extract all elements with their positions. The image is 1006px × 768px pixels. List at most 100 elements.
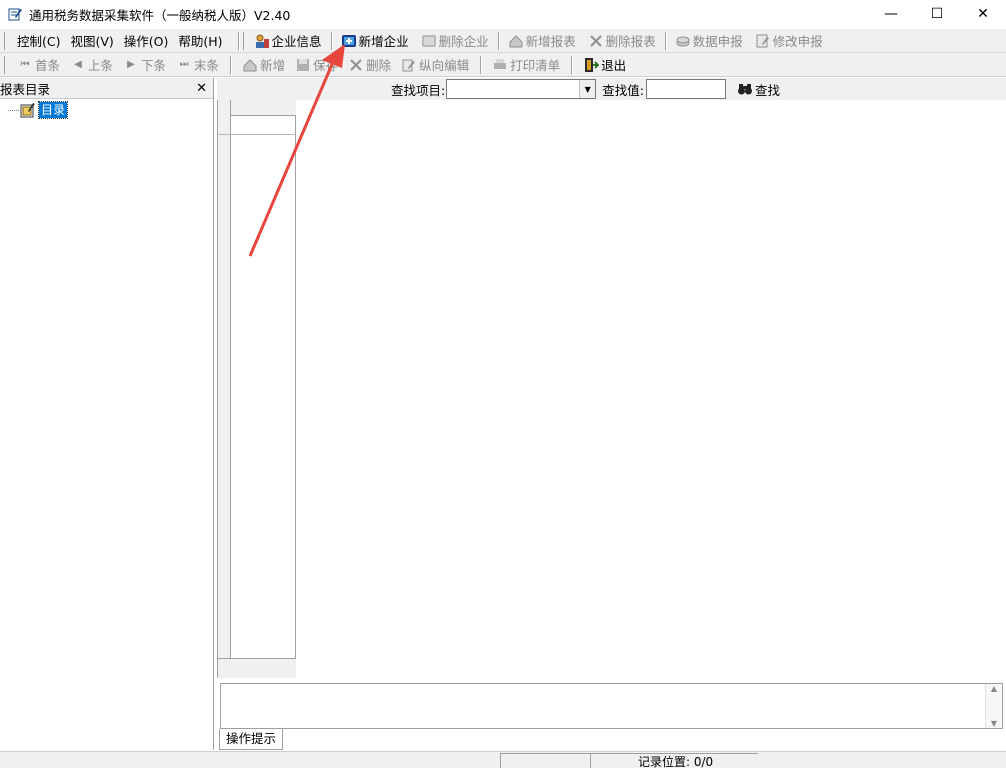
separator (664, 31, 666, 50)
scroll-down-icon[interactable]: ▼ (991, 719, 997, 728)
separator (480, 55, 482, 74)
vertical-edit-icon (401, 57, 417, 73)
add-label: 新增 (260, 58, 286, 73)
modify-declare-icon (755, 33, 771, 49)
delete-enterprise-label: 删除企业 (438, 34, 489, 49)
record-toolbar-row: ⏮ 首条 ◀ 上条 ▶ 下条 ⏭ 末条 新增 保存 删除 纵向编辑 打印清单 退… (0, 53, 1006, 77)
add-enterprise-label: 新增企业 (358, 34, 409, 49)
menu-operation[interactable]: 操作(O) (119, 31, 174, 50)
binoculars-icon (737, 81, 753, 97)
separator (230, 55, 232, 74)
last-record-button[interactable]: ⏭ 末条 (171, 54, 224, 76)
delete-report-label: 删除报表 (605, 34, 656, 49)
enterprise-info-label: 企业信息 (271, 34, 322, 49)
enterprise-info-button[interactable]: 企业信息 (251, 30, 325, 52)
record-position-text: 记录位置: 0/0 (638, 755, 714, 768)
separator (497, 31, 499, 50)
prev-record-label: 上条 (88, 58, 114, 73)
search-bar: 查找项目: ▼ 查找值: 查找 (217, 78, 1006, 100)
separator (237, 31, 239, 50)
tab-operation-hint[interactable]: 操作提示 (219, 729, 284, 750)
prev-record-button[interactable]: ◀ 上条 (65, 54, 118, 76)
grid-row-header (218, 100, 231, 678)
tree-root-label[interactable]: 目录 (37, 101, 69, 119)
save-icon (295, 57, 311, 73)
bottom-tab-strip: 操作提示 (217, 729, 1006, 750)
status-cell (500, 753, 590, 768)
report-directory-header: 报表目录 ✕ (0, 78, 213, 99)
window-title: 通用税务数据采集软件（一般纳税人版）V2.40 (29, 7, 291, 23)
grid-row-line (218, 134, 296, 135)
toolbar-grip (4, 55, 8, 74)
vertical-edit-label: 纵向编辑 (419, 58, 470, 73)
last-record-icon: ⏭ (179, 59, 189, 70)
menu-view[interactable]: 视图(V) (65, 31, 118, 50)
declare-data-label: 数据申报 (692, 34, 743, 49)
menu-grip (4, 31, 8, 50)
declare-data-icon (675, 33, 691, 49)
report-directory-title: 报表目录 (0, 81, 51, 97)
report-directory-panel: 报表目录 ✕ 目录 (0, 78, 214, 750)
next-record-button[interactable]: ▶ 下条 (118, 54, 171, 76)
app-window: 通用税务数据采集软件（一般纳税人版）V2.40 — ☐ ✕ 控制(C) 视图(V… (0, 0, 1006, 768)
dropdown-arrow-icon[interactable]: ▼ (579, 80, 596, 98)
modify-declare-label: 修改申报 (772, 34, 823, 49)
title-bar: 通用税务数据采集软件（一般纳税人版）V2.40 — ☐ ✕ (0, 0, 1006, 28)
save-label: 保存 (313, 58, 339, 73)
first-record-button[interactable]: ⏮ 首条 (12, 54, 65, 76)
add-report-button[interactable]: 新增报表 (505, 30, 579, 52)
menu-help[interactable]: 帮助(H) (173, 31, 227, 50)
search-value-label: 查找值: (602, 82, 644, 98)
exit-label: 退出 (601, 58, 627, 73)
first-record-icon: ⏮ (20, 59, 30, 70)
grid-footer-cell (218, 658, 296, 678)
menu-toolbar-row: 控制(C) 视图(V) 操作(O) 帮助(H) 企业信息 新增企业 删除企业 新… (0, 29, 1006, 53)
delete-button[interactable]: 删除 (343, 54, 396, 76)
vertical-edit-button[interactable]: 纵向编辑 (396, 54, 474, 76)
search-button[interactable]: 查找 (734, 78, 783, 100)
delete-enterprise-button[interactable]: 删除企业 (418, 30, 492, 52)
add-button[interactable]: 新增 (237, 54, 290, 76)
search-item-select[interactable]: ▼ (446, 79, 597, 99)
minimize-button[interactable]: — (868, 0, 914, 28)
delete-report-button[interactable]: 删除报表 (585, 30, 659, 52)
search-value-input[interactable] (645, 79, 726, 99)
prev-record-icon: ◀ (74, 59, 82, 70)
search-item-label: 查找项目: (391, 82, 446, 98)
data-grid[interactable] (217, 100, 1006, 678)
scroll-up-icon[interactable]: ▲ (991, 684, 997, 693)
separator (571, 55, 573, 74)
search-button-label: 查找 (754, 82, 780, 98)
app-logo-icon (7, 6, 23, 22)
add-report-icon (508, 33, 524, 49)
last-record-label: 末条 (194, 58, 220, 73)
delete-report-icon (588, 33, 604, 49)
grid-column-area (218, 100, 296, 678)
hint-scrollbar[interactable]: ▲ ▼ (985, 684, 1002, 728)
print-list-label: 打印清单 (510, 58, 561, 73)
separator (330, 31, 332, 50)
window-controls: — ☐ ✕ (868, 0, 1006, 28)
folder-doc-icon (20, 102, 36, 118)
exit-icon (583, 57, 600, 73)
save-button[interactable]: 保存 (290, 54, 343, 76)
first-record-label: 首条 (35, 58, 61, 73)
add-icon (242, 57, 258, 73)
close-window-button[interactable]: ✕ (960, 0, 1006, 28)
tree-connector (8, 110, 19, 111)
exit-button[interactable]: 退出 (578, 54, 631, 76)
toolbar-grip (242, 31, 247, 50)
menu-control[interactable]: 控制(C) (12, 31, 65, 50)
tree-root-item[interactable]: 目录 (0, 101, 213, 121)
delete-label: 删除 (366, 58, 392, 73)
modify-declare-button[interactable]: 修改申报 (752, 30, 826, 52)
maximize-button[interactable]: ☐ (914, 0, 960, 28)
add-report-label: 新增报表 (525, 34, 576, 49)
declare-data-button[interactable]: 数据申报 (672, 30, 746, 52)
next-record-label: 下条 (141, 58, 167, 73)
print-list-icon (492, 57, 508, 73)
enterprise-info-icon (254, 33, 270, 49)
add-enterprise-button[interactable]: 新增企业 (338, 30, 412, 52)
panel-close-button[interactable]: ✕ (196, 81, 209, 96)
print-list-button[interactable]: 打印清单 (487, 54, 565, 76)
